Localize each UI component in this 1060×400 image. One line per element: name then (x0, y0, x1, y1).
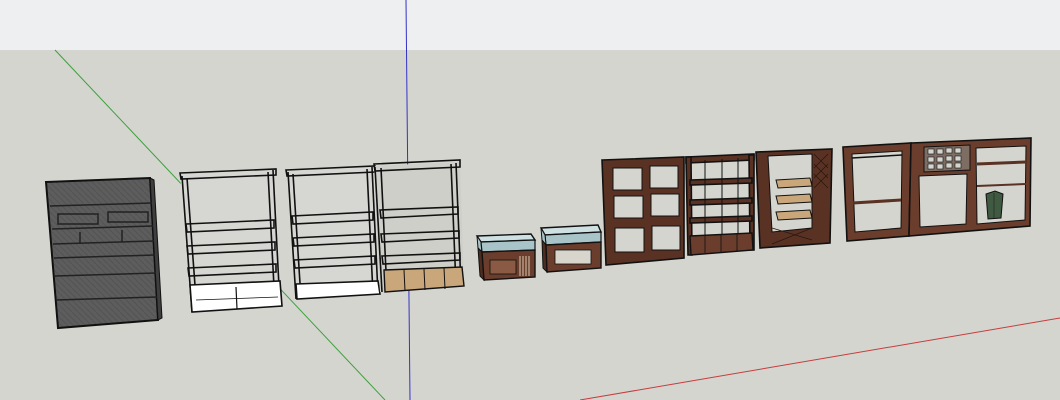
glass-display-counter-1-model[interactable] (475, 233, 537, 282)
wood-hanging-rack-model[interactable] (842, 142, 912, 242)
wood-shelf-with-drawers-model[interactable] (685, 153, 755, 256)
glass-display-counter-2-model[interactable] (539, 224, 603, 274)
dark-bookcase-model[interactable] (44, 176, 163, 330)
white-shelf-unit-1-model[interactable] (179, 168, 283, 313)
wood-wardrobe-with-shirt-model[interactable] (908, 137, 1032, 237)
wood-cubby-shelf-model[interactable] (601, 156, 685, 266)
sketchup-3d-viewport[interactable] (0, 0, 1060, 400)
sky (0, 0, 1060, 50)
white-shelf-unit-2-model[interactable] (285, 165, 381, 300)
shelf-unit-with-drawers-model[interactable] (373, 159, 465, 293)
shirt-model (985, 190, 1004, 220)
wood-lattice-display-model[interactable] (755, 148, 833, 249)
model-scene[interactable] (0, 0, 1060, 400)
